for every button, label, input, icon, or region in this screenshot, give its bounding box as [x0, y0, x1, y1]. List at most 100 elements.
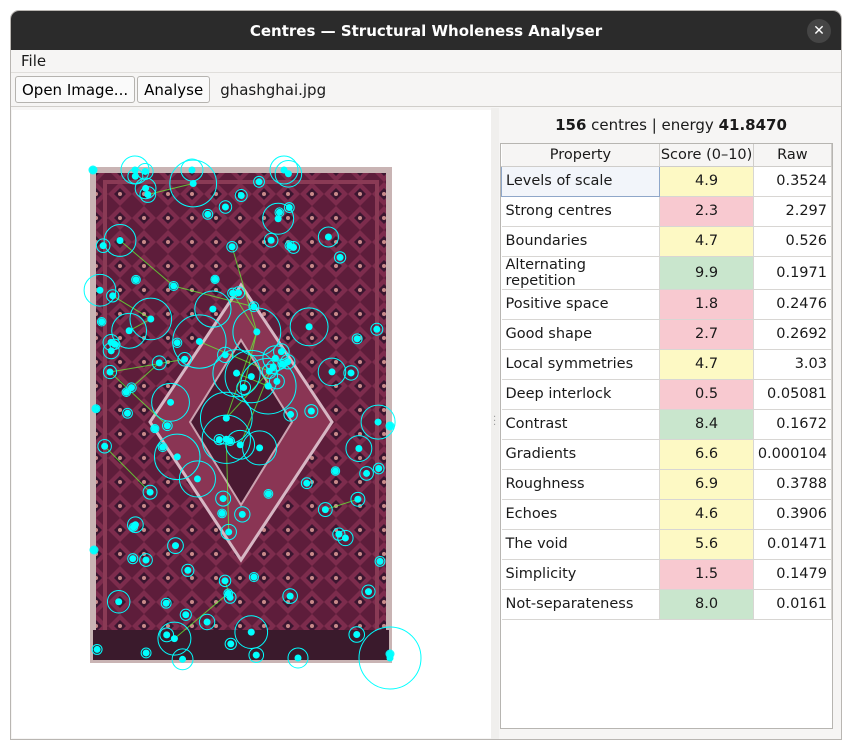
centre-dot — [363, 469, 371, 477]
property-cell[interactable]: Echoes — [501, 499, 661, 530]
property-cell[interactable]: Local symmetries — [501, 349, 661, 380]
table-row[interactable]: Strong centres 2.3 2.297 — [501, 196, 833, 227]
raw-cell[interactable]: 0.1672 — [753, 409, 833, 440]
score-cell[interactable]: 8.0 — [659, 589, 754, 620]
score-cell[interactable]: 2.7 — [659, 319, 754, 350]
table-row[interactable]: Simplicity 1.5 0.1479 — [501, 559, 833, 590]
analysed-image — [83, 155, 422, 690]
centre-dot — [131, 521, 139, 529]
property-cell[interactable]: Contrast — [501, 409, 661, 440]
property-cell[interactable]: Strong centres — [501, 196, 661, 227]
property-cell[interactable]: Not-separateness — [501, 589, 661, 620]
raw-cell[interactable]: 0.3906 — [753, 499, 833, 530]
property-cell[interactable]: Good shape — [501, 319, 661, 350]
centre-dot — [101, 442, 109, 450]
centre-dot — [331, 467, 339, 475]
property-cell[interactable]: Simplicity — [501, 559, 661, 590]
score-cell[interactable]: 8.4 — [659, 409, 754, 440]
centre-dot — [355, 445, 363, 453]
centre-dot — [374, 418, 382, 426]
centre-dot — [146, 488, 154, 496]
raw-cell[interactable]: 0.2476 — [753, 289, 833, 320]
property-cell[interactable]: Boundaries — [501, 226, 661, 257]
centre-dot — [109, 292, 117, 300]
table-row[interactable]: Echoes 4.6 0.3906 — [501, 499, 833, 530]
centre-dot — [142, 184, 150, 192]
properties-table[interactable]: Property Score (0–10) Raw Levels of scal… — [500, 143, 833, 729]
table-row[interactable]: Gradients 6.6 0.000104 — [501, 439, 833, 470]
centre-dot — [107, 338, 115, 346]
centre-dot — [115, 598, 123, 606]
table-row[interactable]: Deep interlock 0.5 0.05081 — [501, 379, 833, 410]
centre-dot — [211, 275, 219, 283]
title-bar: Centres — Structural Wholeness Analyser … — [11, 11, 841, 50]
energy-value: 41.8470 — [718, 116, 787, 134]
property-cell[interactable]: Deep interlock — [501, 379, 661, 410]
centre-dot — [131, 172, 139, 180]
table-row[interactable]: Good shape 2.7 0.2692 — [501, 319, 833, 350]
score-cell[interactable]: 4.7 — [659, 349, 754, 380]
centre-dot — [247, 628, 255, 636]
table-row[interactable]: The void 5.6 0.01471 — [501, 529, 833, 560]
splitter-handle-icon[interactable]: · · · — [493, 413, 496, 431]
score-cell[interactable]: 4.7 — [659, 226, 754, 257]
centre-dot — [147, 315, 155, 323]
raw-cell[interactable]: 0.3788 — [753, 469, 833, 500]
property-cell[interactable]: Positive space — [501, 289, 661, 320]
image-view[interactable] — [12, 110, 491, 738]
property-cell[interactable]: Alternating repetition — [501, 256, 661, 290]
centre-dot — [280, 166, 288, 174]
menu-file[interactable]: File — [21, 52, 46, 70]
raw-cell[interactable]: 0.0161 — [753, 589, 833, 620]
centre-dot — [238, 510, 246, 518]
analyse-button[interactable]: Analyse — [137, 76, 211, 103]
table-row[interactable]: Not-separateness 8.0 0.0161 — [501, 589, 833, 620]
score-cell[interactable]: 5.6 — [659, 529, 754, 560]
score-cell[interactable]: 1.5 — [659, 559, 754, 590]
open-image-button[interactable]: Open Image... — [15, 76, 136, 103]
centre-dot — [173, 453, 181, 461]
table-row[interactable]: Boundaries 4.7 0.526 — [501, 226, 833, 257]
close-icon[interactable]: ✕ — [807, 19, 831, 43]
table-row[interactable]: Roughness 6.9 0.3788 — [501, 469, 833, 500]
table-row[interactable]: Contrast 8.4 0.1672 — [501, 409, 833, 440]
score-cell[interactable]: 2.3 — [659, 196, 754, 227]
score-cell[interactable]: 4.6 — [659, 499, 754, 530]
raw-cell[interactable]: 0.2692 — [753, 319, 833, 350]
score-cell[interactable]: 0.5 — [659, 379, 754, 410]
table-row[interactable]: Local symmetries 4.7 3.03 — [501, 349, 833, 380]
column-header-score[interactable]: Score (0–10) — [659, 144, 754, 167]
property-cell[interactable]: The void — [501, 529, 661, 560]
centre-dot — [195, 338, 203, 346]
table-row[interactable]: Alternating repetition 9.9 0.1971 — [501, 256, 833, 290]
score-cell[interactable]: 1.8 — [659, 289, 754, 320]
raw-cell[interactable]: 0.05081 — [753, 379, 833, 410]
raw-cell[interactable]: 0.3524 — [753, 166, 833, 197]
property-cell[interactable]: Gradients — [501, 439, 661, 470]
property-cell[interactable]: Levels of scale — [500, 165, 661, 197]
column-header-property[interactable]: Property — [501, 144, 661, 167]
score-cell[interactable]: 6.6 — [659, 439, 754, 470]
raw-cell[interactable]: 2.297 — [753, 196, 833, 227]
table-row[interactable]: Levels of scale 4.9 0.3524 — [500, 165, 833, 197]
column-header-raw[interactable]: Raw — [753, 144, 833, 167]
score-cell[interactable]: 9.9 — [659, 256, 754, 290]
centre-dot — [274, 215, 282, 223]
property-cell[interactable]: Roughness — [501, 469, 661, 500]
raw-cell[interactable]: 3.03 — [753, 349, 833, 380]
raw-cell[interactable]: 0.01471 — [753, 529, 833, 560]
score-cell[interactable]: 6.9 — [659, 469, 754, 500]
centre-dot — [142, 556, 150, 564]
centre-dot — [321, 506, 329, 514]
centre-dot — [92, 405, 100, 413]
raw-cell[interactable]: 0.526 — [753, 226, 833, 257]
table-row[interactable]: Positive space 1.8 0.2476 — [501, 289, 833, 320]
score-cell[interactable]: 4.9 — [659, 166, 754, 197]
centre-dot — [303, 479, 311, 487]
centre-dot — [163, 422, 171, 430]
raw-cell[interactable]: 0.1971 — [753, 256, 833, 290]
centre-dot — [307, 407, 315, 415]
centre-dot — [354, 495, 362, 503]
raw-cell[interactable]: 0.000104 — [753, 439, 833, 470]
raw-cell[interactable]: 0.1479 — [753, 559, 833, 590]
